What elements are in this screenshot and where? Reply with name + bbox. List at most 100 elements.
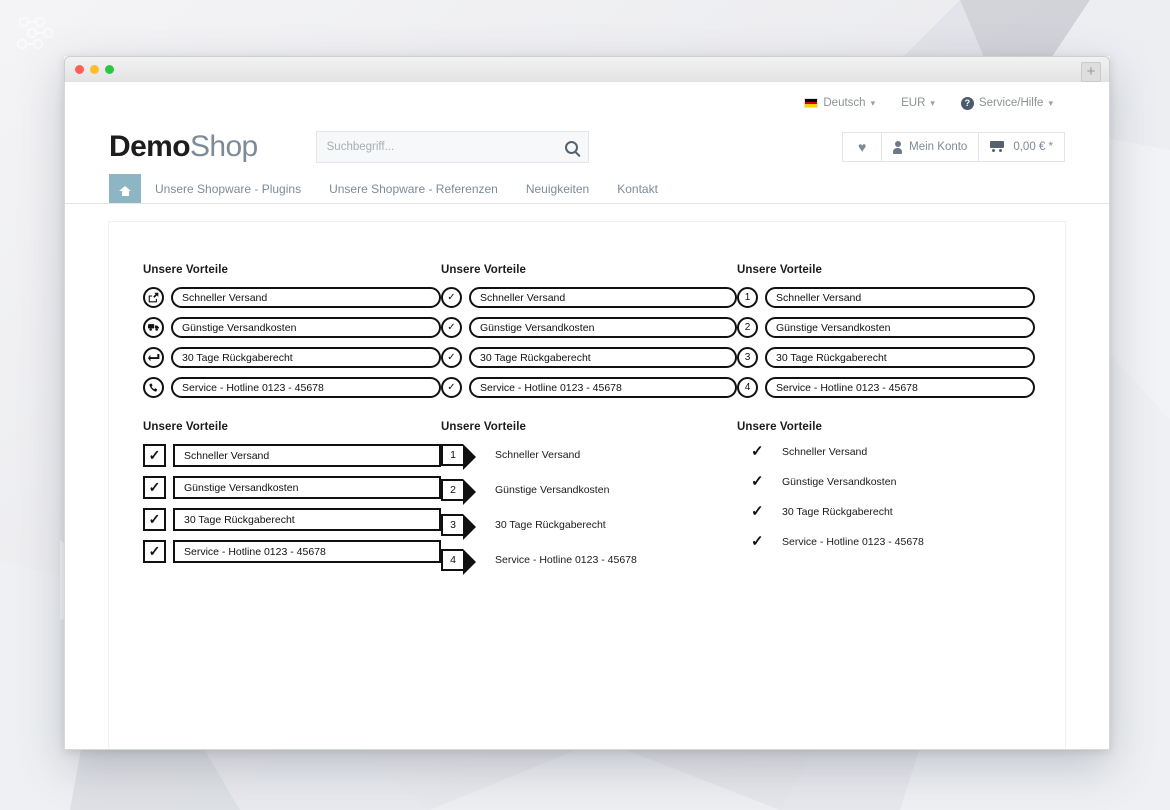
block-heading: Unsere Vorteile xyxy=(143,421,229,433)
nav-label: Kontakt xyxy=(617,181,658,196)
benefit-label: 30 Tage Rückgaberecht xyxy=(469,347,737,368)
number-badge: 3 xyxy=(441,514,476,540)
benefit-row: 1 Schneller Versand xyxy=(441,444,737,470)
benefits-block-checks-plain: Unsere Vorteile ✓ Schneller Versand ✓ Gü… xyxy=(737,421,1035,584)
benefit-row: ✓ Günstige Versandkosten xyxy=(143,476,441,499)
wishlist-button[interactable]: ♥ xyxy=(842,132,883,162)
cart-button[interactable]: 0,00 € * xyxy=(978,132,1065,162)
search-box[interactable] xyxy=(315,131,589,163)
nav-item-neuigkeiten[interactable]: Neuigkeiten xyxy=(512,174,603,203)
benefits-grid: Unsere Vorteile Schneller Versand Günsti… xyxy=(143,264,1065,598)
benefit-row: 3 30 Tage Rückgaberecht xyxy=(441,514,737,540)
block-heading: Unsere Vorteile xyxy=(737,264,823,276)
benefit-row: ✓ Schneller Versand xyxy=(143,444,441,467)
benefit-row: 2 Günstige Versandkosten xyxy=(441,479,737,505)
block-heading: Unsere Vorteile xyxy=(737,421,823,433)
benefit-row: 1 Schneller Versand xyxy=(737,287,1035,308)
benefits-block-icons-pill: Unsere Vorteile Schneller Versand Günsti… xyxy=(143,264,441,407)
currency-label: EUR xyxy=(901,97,926,109)
home-icon xyxy=(119,186,131,196)
nav-label: Unsere Shopware - Plugins xyxy=(155,181,302,196)
nav-item-kontakt[interactable]: Kontakt xyxy=(603,174,672,203)
export-icon xyxy=(143,287,164,308)
benefit-label: Schneller Versand xyxy=(171,287,441,308)
benefit-row: Günstige Versandkosten xyxy=(143,317,441,338)
benefit-row: ✓ 30 Tage Rückgaberecht xyxy=(737,504,1035,519)
language-label: Deutsch xyxy=(823,97,866,109)
header-actions: ♥ Mein Konto 0,00 € * xyxy=(842,132,1065,162)
logo-text-light: Shop xyxy=(189,130,258,163)
account-label: Mein Konto xyxy=(909,141,968,153)
account-button[interactable]: Mein Konto xyxy=(881,132,980,162)
nav-item-home[interactable] xyxy=(109,174,141,203)
check-icon: ✓ xyxy=(751,443,764,460)
service-help-label: Service/Hilfe xyxy=(978,97,1044,109)
benefit-row: Service - Hotline 0123 - 45678 xyxy=(143,377,441,398)
check-icon: ✓ xyxy=(143,540,166,563)
benefit-label: Schneller Versand xyxy=(765,287,1035,308)
benefit-label: Günstige Versandkosten xyxy=(173,476,441,499)
browser-window: + Deutsch ▾ EUR ▾ ? Service/Hilfe ▾ Demo… xyxy=(64,56,1110,750)
benefits-block-checks-pill: Unsere Vorteile ✓ Schneller Versand ✓ Gü… xyxy=(441,264,737,407)
new-tab-button[interactable]: + xyxy=(1081,62,1101,82)
user-icon xyxy=(893,140,903,154)
number-badge: 3 xyxy=(737,347,758,368)
check-icon: ✓ xyxy=(143,508,166,531)
truck-icon xyxy=(143,317,164,338)
check-icon: ✓ xyxy=(441,347,462,368)
search-input[interactable] xyxy=(326,141,561,153)
benefit-row: Schneller Versand xyxy=(143,287,441,308)
return-arrow-icon xyxy=(143,347,164,368)
check-icon: ✓ xyxy=(751,473,764,490)
benefit-label: Schneller Versand xyxy=(173,444,441,467)
block-heading: Unsere Vorteile xyxy=(143,264,229,276)
phone-icon xyxy=(143,377,164,398)
benefit-row: ✓ Schneller Versand xyxy=(441,287,737,308)
close-window-button[interactable] xyxy=(75,65,84,74)
logo-text-bold: Demo xyxy=(109,130,191,163)
search-icon[interactable] xyxy=(564,140,578,154)
benefit-row: 30 Tage Rückgaberecht xyxy=(143,347,441,368)
language-selector[interactable]: Deutsch ▾ xyxy=(804,97,875,109)
benefit-label: 30 Tage Rückgaberecht xyxy=(765,347,1035,368)
chevron-down-icon: ▾ xyxy=(870,97,876,108)
service-help-menu[interactable]: ? Service/Hilfe ▾ xyxy=(960,96,1053,110)
benefit-row: 3 30 Tage Rückgaberecht xyxy=(737,347,1035,368)
window-controls[interactable] xyxy=(75,65,114,74)
benefit-row: ✓ 30 Tage Rückgaberecht xyxy=(441,347,737,368)
benefit-label: Service - Hotline 0123 - 45678 xyxy=(782,535,924,548)
check-icon: ✓ xyxy=(441,287,462,308)
nav-item-referenzen[interactable]: Unsere Shopware - Referenzen xyxy=(315,174,512,203)
benefit-label: Günstige Versandkosten xyxy=(495,484,610,496)
benefit-row: ✓ Schneller Versand xyxy=(737,444,1035,459)
benefits-block-numbers-pill: Unsere Vorteile 1 Schneller Versand 2 Gü… xyxy=(737,264,1035,407)
heart-icon: ♥ xyxy=(858,139,867,155)
benefit-label: Service - Hotline 0123 - 45678 xyxy=(469,377,737,398)
block-heading: Unsere Vorteile xyxy=(441,421,527,433)
benefit-label: Service - Hotline 0123 - 45678 xyxy=(173,540,441,563)
benefit-row: 2 Günstige Versandkosten xyxy=(737,317,1035,338)
check-icon: ✓ xyxy=(441,317,462,338)
benefits-block-checks-square: Unsere Vorteile ✓ Schneller Versand ✓ Gü… xyxy=(143,421,441,584)
shop-header: DemoShop ♥ Mein Konto 0,00 € * xyxy=(65,116,1109,174)
cart-total: 0,00 € * xyxy=(1013,141,1053,153)
currency-selector[interactable]: EUR ▾ xyxy=(901,97,935,109)
number-badge: 4 xyxy=(737,377,758,398)
nav-label: Neuigkeiten xyxy=(525,181,590,196)
number-badge: 2 xyxy=(441,479,476,505)
maximize-window-button[interactable] xyxy=(105,65,114,74)
shop-logo[interactable]: DemoShop xyxy=(109,130,258,164)
check-icon: ✓ xyxy=(751,533,764,550)
browser-titlebar: + xyxy=(64,56,1110,82)
cart-icon xyxy=(990,141,1006,153)
benefit-row: ✓ Günstige Versandkosten xyxy=(737,474,1035,489)
benefit-row: ✓ 30 Tage Rückgaberecht xyxy=(143,508,441,531)
benefit-label: Schneller Versand xyxy=(782,445,868,458)
nav-item-plugins[interactable]: Unsere Shopware - Plugins xyxy=(141,174,315,203)
minimize-window-button[interactable] xyxy=(90,65,99,74)
benefit-row: ✓ Service - Hotline 0123 - 45678 xyxy=(737,534,1035,549)
benefit-label: 30 Tage Rückgaberecht xyxy=(171,347,441,368)
check-icon: ✓ xyxy=(143,476,166,499)
page-viewport: Deutsch ▾ EUR ▾ ? Service/Hilfe ▾ DemoSh… xyxy=(64,82,1110,750)
content-sheet: Unsere Vorteile Schneller Versand Günsti… xyxy=(109,222,1065,749)
